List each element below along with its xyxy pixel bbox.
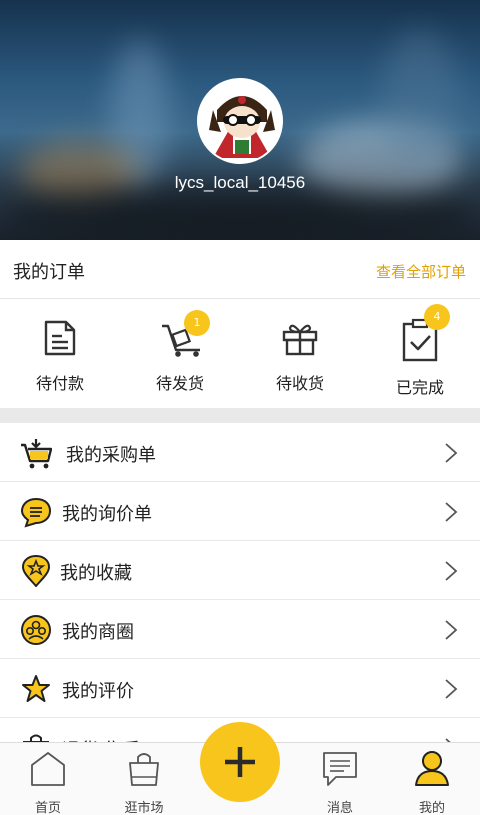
- avatar-image: [199, 80, 281, 162]
- app-screen: lycs_local_10456 我的订单 查看全部订单 待付款 1 待发货 待…: [0, 0, 480, 815]
- order-badge: 4: [424, 304, 450, 330]
- add-button[interactable]: [200, 722, 280, 802]
- nav-label: 消息: [326, 801, 353, 815]
- user-icon: [415, 751, 449, 786]
- menu-item-inquiry-list[interactable]: 我的询价单: [0, 482, 480, 541]
- menu-item-reviews[interactable]: 我的评价: [0, 659, 480, 718]
- order-label: 待付款: [35, 374, 84, 393]
- order-label: 已完成: [395, 378, 444, 397]
- nav-messages[interactable]: 消息: [292, 743, 388, 815]
- avatar[interactable]: [197, 78, 283, 164]
- menu-label: 我的询价单: [62, 504, 152, 525]
- menu-label: 我的采购单: [66, 445, 156, 466]
- order-completed[interactable]: 4 已完成: [360, 300, 480, 408]
- chevron-right-icon: [445, 502, 458, 522]
- orders-header: 我的订单 查看全部订单: [0, 240, 480, 299]
- home-icon: [31, 752, 65, 786]
- nav-label: 逛市场: [124, 801, 164, 815]
- order-label: 待收货: [275, 374, 324, 393]
- menu-item-business-circle[interactable]: 我的商圈: [0, 600, 480, 659]
- order-pending-receipt[interactable]: 待收货: [240, 300, 360, 408]
- order-status-row: 待付款 1 待发货 待收货 4 已完成: [0, 300, 480, 408]
- document-icon: [44, 320, 76, 356]
- section-divider: [0, 408, 480, 423]
- menu-item-purchase-list[interactable]: 我的采购单: [0, 423, 480, 482]
- city-glow: [0, 190, 480, 240]
- chevron-right-icon: [445, 679, 458, 699]
- star-icon: [22, 675, 50, 702]
- city-glow: [380, 30, 460, 170]
- star-pin-icon: [21, 555, 51, 587]
- nav-label: 我的: [418, 801, 445, 815]
- plus-icon: [225, 747, 255, 777]
- menu-label: 我的商圈: [62, 622, 134, 643]
- people-circle-icon: [21, 615, 51, 645]
- nav-market[interactable]: 逛市场: [96, 743, 192, 815]
- order-pending-shipment[interactable]: 1 待发货: [120, 300, 240, 408]
- order-label: 待发货: [155, 374, 204, 393]
- view-all-orders-link[interactable]: 查看全部订单: [376, 261, 466, 282]
- profile-header: lycs_local_10456: [0, 0, 480, 240]
- nav-home[interactable]: 首页: [0, 743, 96, 815]
- gift-icon: [282, 324, 318, 356]
- nav-mine[interactable]: 我的: [384, 743, 480, 815]
- chevron-right-icon: [445, 561, 458, 581]
- chevron-right-icon: [445, 443, 458, 463]
- chevron-right-icon: [445, 620, 458, 640]
- shopping-bag-icon: [129, 753, 159, 786]
- orders-title: 我的订单: [13, 262, 85, 283]
- message-icon: [323, 752, 357, 786]
- order-pending-payment[interactable]: 待付款: [0, 300, 120, 408]
- nav-label: 首页: [34, 801, 61, 815]
- chat-bubble-icon: [20, 497, 52, 528]
- menu-label: 我的收藏: [60, 563, 132, 584]
- menu-item-favorites[interactable]: 我的收藏: [0, 541, 480, 600]
- menu-label: 我的评价: [62, 681, 134, 702]
- username: lycs_local_10456: [174, 173, 306, 192]
- order-badge: 1: [184, 310, 210, 336]
- shopping-cart-icon: [21, 439, 52, 469]
